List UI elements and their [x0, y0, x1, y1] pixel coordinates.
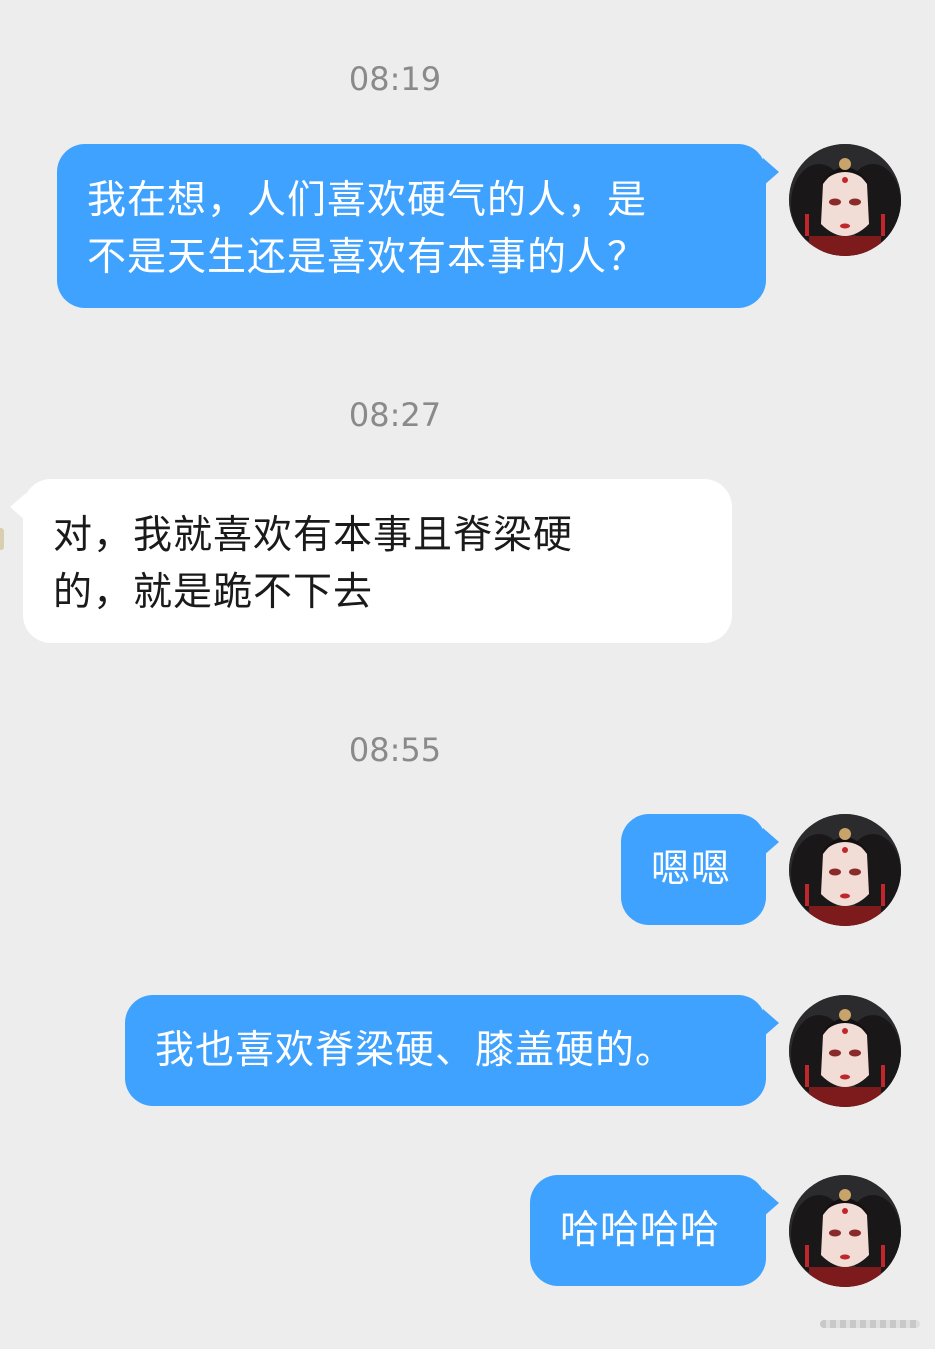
- user-avatar-icon[interactable]: [789, 144, 901, 256]
- user-avatar-icon[interactable]: [789, 1175, 901, 1287]
- timestamp: 08:27: [348, 396, 442, 434]
- message-bubble-outgoing[interactable]: 我也喜欢脊梁硬、膝盖硬的。: [125, 995, 779, 1106]
- message-bubble-outgoing[interactable]: 嗯嗯: [621, 814, 779, 925]
- message-bubble-outgoing[interactable]: 哈哈哈哈: [530, 1175, 779, 1286]
- timestamp: 08:19: [348, 60, 442, 98]
- message-text-line: 不是天生还是喜欢有本事的人？: [87, 235, 648, 280]
- message-bubble-incoming[interactable]: 对，我就喜欢有本事且脊梁硬 的，就是跪不下去: [10, 479, 732, 643]
- timestamp: 08:55: [348, 731, 442, 769]
- message-text-line: 哈哈哈哈: [560, 1208, 721, 1253]
- message-text-line: 我也喜欢脊梁硬、膝盖硬的。: [155, 1028, 676, 1073]
- watermark-strip: [820, 1320, 920, 1328]
- user-avatar-icon[interactable]: [789, 995, 901, 1107]
- message-bubble-outgoing[interactable]: 我在想，人们喜欢硬气的人，是 不是天生还是喜欢有本事的人？: [57, 144, 779, 308]
- message-text-line: 对，我就喜欢有本事且脊梁硬: [53, 513, 574, 558]
- user-avatar-icon[interactable]: [789, 814, 901, 926]
- message-text-line: 我在想，人们喜欢硬气的人，是: [87, 178, 648, 223]
- message-text-line: 的，就是跪不下去: [53, 570, 374, 615]
- contact-avatar-edge: [0, 528, 4, 550]
- message-text-line: 嗯嗯: [651, 847, 732, 892]
